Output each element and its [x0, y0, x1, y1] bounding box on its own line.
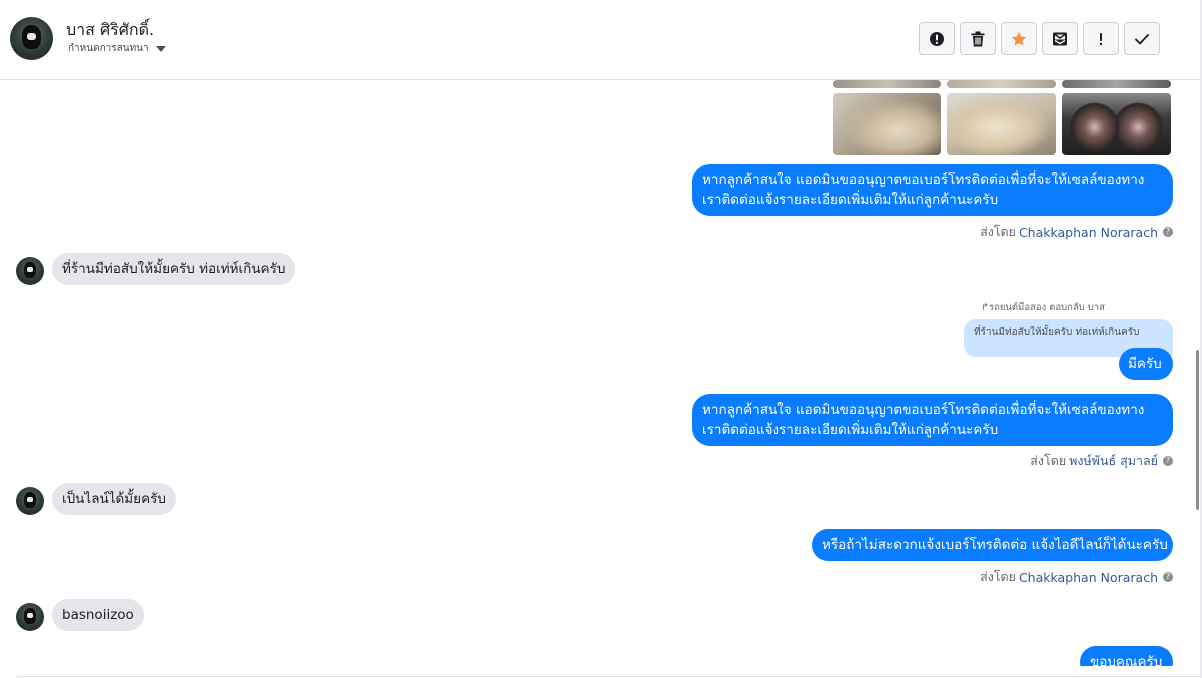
conversation-toolbar	[919, 22, 1160, 55]
caret-down-icon	[155, 45, 166, 52]
car-dashboard-photo[interactable]	[1062, 93, 1171, 155]
contact-name[interactable]: บาส ศิริศักดิ์.	[66, 18, 154, 43]
sent-by-label: ส่งโดย Chakkaphan Norarach ?	[980, 222, 1173, 242]
contact-avatar[interactable]	[16, 603, 44, 631]
assign-conversation-dropdown[interactable]: กำหนดการสนทนา	[68, 41, 166, 56]
mark-done-button[interactable]	[1124, 22, 1160, 55]
car-rear-seat-photo[interactable]	[947, 93, 1056, 155]
scrollbar-thumb[interactable]	[1196, 350, 1199, 510]
sender-name[interactable]: พงษ์พันธ์ สุมาลย์	[1069, 451, 1158, 471]
reply-context-label: ↱รถยนต์มือสอง ตอบกลับ บาส	[981, 300, 1105, 315]
outgoing-message[interactable]: หรือถ้าไม่สะดวกแจ้งเบอร์โทรติดต่อ แจ้งไอ…	[812, 529, 1173, 561]
car-photo[interactable]	[1062, 80, 1171, 88]
outgoing-message[interactable]: หากลูกค้าสนใจ แอดมินขออนุญาตขอเบอร์โทรติ…	[692, 164, 1173, 216]
contact-avatar[interactable]	[16, 257, 44, 285]
contact-avatar[interactable]	[16, 487, 44, 515]
reply-context-text: รถยนต์มือสอง ตอบกลับ บาส	[988, 302, 1105, 313]
check-icon	[1135, 33, 1149, 44]
help-icon[interactable]: ?	[1163, 227, 1173, 237]
assign-conversation-label: กำหนดการสนทนา	[68, 43, 149, 54]
report-button[interactable]	[919, 22, 955, 55]
incoming-message[interactable]: basnoiizoo	[52, 599, 144, 631]
exclamation-icon	[1099, 32, 1103, 45]
star-icon	[1011, 31, 1027, 46]
sent-by-prefix: ส่งโดย	[980, 224, 1016, 239]
sent-by-label: ส่งโดย Chakkaphan Norarach ?	[980, 567, 1173, 587]
outgoing-message[interactable]: ขอบคุณครับ	[1080, 646, 1173, 666]
sender-name[interactable]: Chakkaphan Norarach	[1019, 570, 1158, 585]
mark-spam-button[interactable]	[1083, 22, 1119, 55]
conversation-header: บาส ศิริศักดิ์. กำหนดการสนทนา	[0, 0, 1200, 80]
sent-by-label: ส่งโดย พงษ์พันธ์ สุมาลย์ ?	[1030, 451, 1173, 471]
car-photo[interactable]	[833, 80, 941, 88]
car-interior-photo[interactable]	[833, 93, 941, 155]
outgoing-message-clip: ขอบคุณครับ	[1080, 646, 1173, 666]
sent-by-prefix: ส่งโดย	[980, 569, 1016, 584]
contact-avatar[interactable]	[10, 17, 53, 60]
trash-icon	[971, 31, 985, 46]
sent-by-prefix: ส่งโดย	[1030, 453, 1067, 468]
reply-icon: ↱	[981, 302, 989, 313]
car-photo[interactable]	[947, 80, 1056, 88]
mark-unread-button[interactable]	[1042, 22, 1078, 55]
sender-name[interactable]: Chakkaphan Norarach	[1019, 225, 1158, 240]
outgoing-message[interactable]: หากลูกค้าสนใจ แอดมินขออนุญาตขอเบอร์โทรติ…	[692, 394, 1173, 446]
outgoing-message[interactable]: มีครับ	[1119, 348, 1173, 380]
incoming-message[interactable]: เป็นไลน์ได้มั้ยครับ	[52, 483, 176, 515]
help-icon[interactable]: ?	[1163, 572, 1173, 582]
help-icon[interactable]: ?	[1163, 456, 1173, 466]
composer-divider	[17, 676, 1200, 677]
incoming-message[interactable]: ที่ร้านมีท่อสับให้มั้ยครับ ท่อเท่ห์เกินค…	[52, 253, 296, 285]
delete-button[interactable]	[960, 22, 996, 55]
alert-circle-icon	[930, 31, 944, 46]
mark-unread-icon	[1053, 32, 1067, 45]
star-button[interactable]	[1001, 22, 1037, 55]
